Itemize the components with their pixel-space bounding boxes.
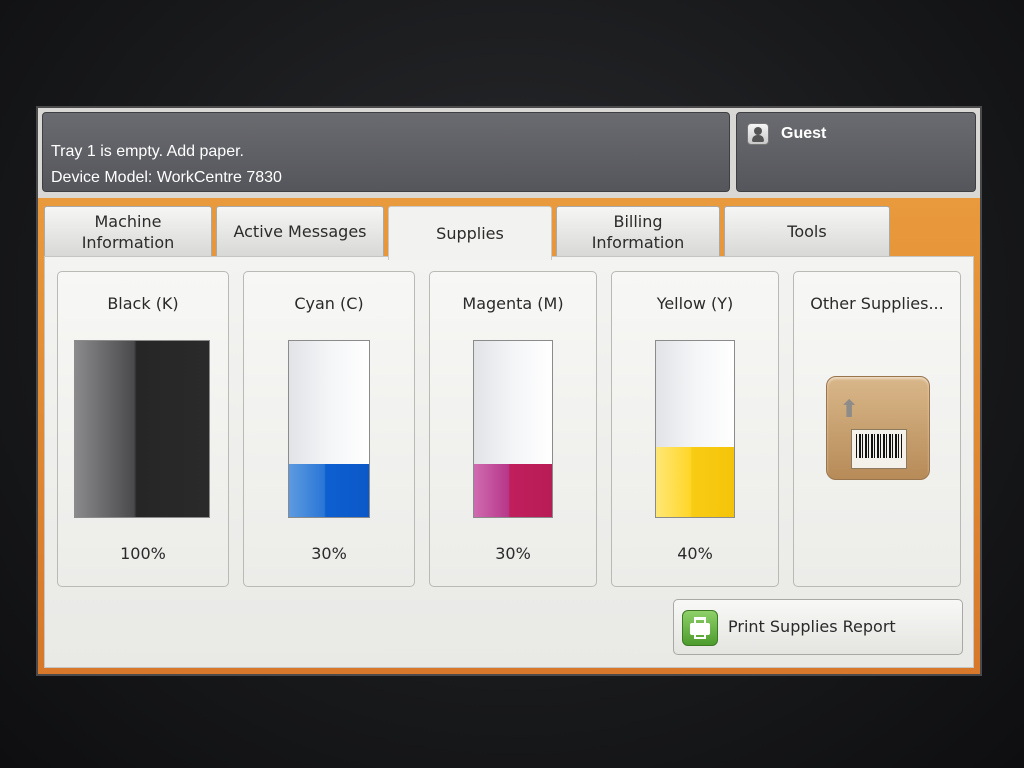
supply-level-fill xyxy=(289,464,369,517)
supply-percent: 100% xyxy=(120,544,166,563)
supply-name: Magenta (M) xyxy=(462,294,564,313)
user-panel[interactable]: Guest xyxy=(736,112,976,192)
supply-gauge xyxy=(288,340,370,518)
supply-level-fill xyxy=(474,464,552,517)
status-message: Tray 1 is empty. Add paper. xyxy=(51,143,244,160)
supply-gauge xyxy=(473,340,553,518)
printer-icon xyxy=(682,610,718,646)
tab-active-messages[interactable]: Active Messages xyxy=(216,206,384,256)
print-supplies-report-label: Print Supplies Report xyxy=(728,617,896,636)
supplies-box-icon: ⬆ xyxy=(826,376,930,480)
tab-supplies[interactable]: Supplies xyxy=(388,206,552,260)
supply-card-black[interactable]: Black (K) 100% xyxy=(57,271,229,587)
tab-strip: Machine Information Active Messages Supp… xyxy=(38,198,980,674)
supplies-panel: Black (K) 100% Cyan (C) 30% Magenta (M) … xyxy=(44,256,974,668)
supply-level-fill xyxy=(656,446,734,517)
status-panel: Tray 1 is empty. Add paper. Device Model… xyxy=(42,112,730,192)
supply-card-yellow[interactable]: Yellow (Y) 40% xyxy=(611,271,779,587)
other-supplies-label: Other Supplies... xyxy=(810,294,944,313)
supply-gauge xyxy=(655,340,735,518)
tab-billing-information[interactable]: Billing Information xyxy=(556,206,720,256)
print-supplies-report-button[interactable]: Print Supplies Report xyxy=(673,599,963,655)
other-supplies-button[interactable]: Other Supplies... ⬆ xyxy=(793,271,961,587)
supply-card-magenta[interactable]: Magenta (M) 30% xyxy=(429,271,597,587)
touch-screen: Tray 1 is empty. Add paper. Device Model… xyxy=(36,106,982,676)
user-icon xyxy=(747,123,769,145)
supply-gauge xyxy=(74,340,210,518)
supply-percent: 30% xyxy=(311,544,347,563)
tab-machine-information[interactable]: Machine Information xyxy=(44,206,212,256)
supply-percent: 40% xyxy=(677,544,713,563)
tab-tools[interactable]: Tools xyxy=(724,206,890,256)
supply-name: Cyan (C) xyxy=(294,294,364,313)
user-name: Guest xyxy=(781,125,827,142)
supply-percent: 30% xyxy=(495,544,531,563)
supply-card-cyan[interactable]: Cyan (C) 30% xyxy=(243,271,415,587)
supply-level-fill xyxy=(75,341,209,517)
device-model: Device Model: WorkCentre 7830 xyxy=(51,169,282,186)
supply-name: Black (K) xyxy=(107,294,179,313)
supply-name: Yellow (Y) xyxy=(656,294,734,313)
